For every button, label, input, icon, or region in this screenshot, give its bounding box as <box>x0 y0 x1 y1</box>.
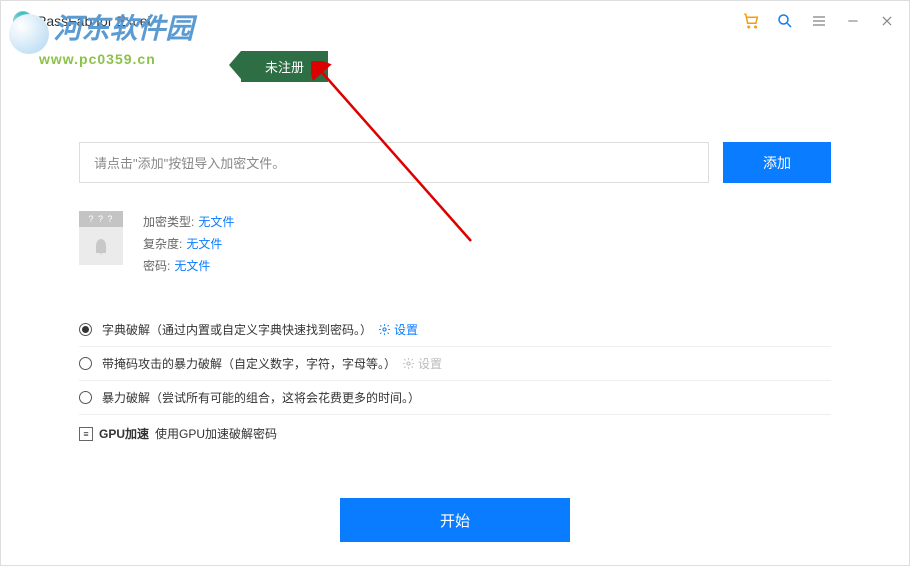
unregistered-badge: 未注册 <box>241 51 328 82</box>
option-label: 暴力破解（尝试所有可能的组合，这将会花费更多的时间。） <box>102 389 420 406</box>
option-label: 带掩码攻击的暴力破解（自定义数字，字符，字母等。） <box>102 355 396 372</box>
watermark-overlay: 河东软件园 www.pc0359.cn <box>9 7 193 54</box>
radio-dictionary[interactable] <box>79 323 92 336</box>
settings-link-dict[interactable]: 设置 <box>378 321 418 338</box>
start-button[interactable]: 开始 <box>340 498 570 542</box>
watermark-text: 河东软件园 <box>53 13 193 44</box>
gpu-desc: 使用GPU加速破解密码 <box>155 425 277 442</box>
close-button[interactable] <box>877 11 897 31</box>
meta-value-complexity: 无文件 <box>186 237 222 251</box>
gpu-label: GPU加速 <box>99 425 149 442</box>
radio-brute[interactable] <box>79 391 92 404</box>
add-button[interactable]: 添加 <box>723 142 831 183</box>
gpu-icon: ≡ <box>79 427 93 441</box>
meta-value-encryption: 无文件 <box>198 215 234 229</box>
file-thumbnail: ? ? ? <box>79 211 123 277</box>
gpu-option[interactable]: ≡ GPU加速 使用GPU加速破解密码 <box>79 415 831 442</box>
settings-link-mask: 设置 <box>402 355 442 372</box>
minimize-button[interactable] <box>843 11 863 31</box>
cart-icon[interactable] <box>741 11 761 31</box>
option-mask[interactable]: 带掩码攻击的暴力破解（自定义数字，字符，字母等。） 设置 <box>79 347 831 381</box>
search-icon[interactable] <box>775 11 795 31</box>
file-path-display[interactable]: 请点击"添加"按钮导入加密文件。 <box>79 142 709 183</box>
meta-label-password: 密码: <box>143 259 170 273</box>
lock-icon <box>96 239 106 253</box>
watermark-url: www.pc0359.cn <box>39 51 156 67</box>
option-brute[interactable]: 暴力破解（尝试所有可能的组合，这将会花费更多的时间。） <box>79 381 831 415</box>
meta-value-password: 无文件 <box>174 259 210 273</box>
option-dictionary[interactable]: 字典破解（通过内置或自定义字典快速找到密码。） 设置 <box>79 313 831 347</box>
meta-label-encryption: 加密类型: <box>143 215 194 229</box>
meta-label-complexity: 复杂度: <box>143 237 182 251</box>
file-info-panel: ? ? ? 加密类型: 无文件 复杂度: 无文件 密码: 无文件 <box>79 211 831 277</box>
radio-mask[interactable] <box>79 357 92 370</box>
menu-icon[interactable] <box>809 11 829 31</box>
option-label: 字典破解（通过内置或自定义字典快速找到密码。） <box>102 321 372 338</box>
